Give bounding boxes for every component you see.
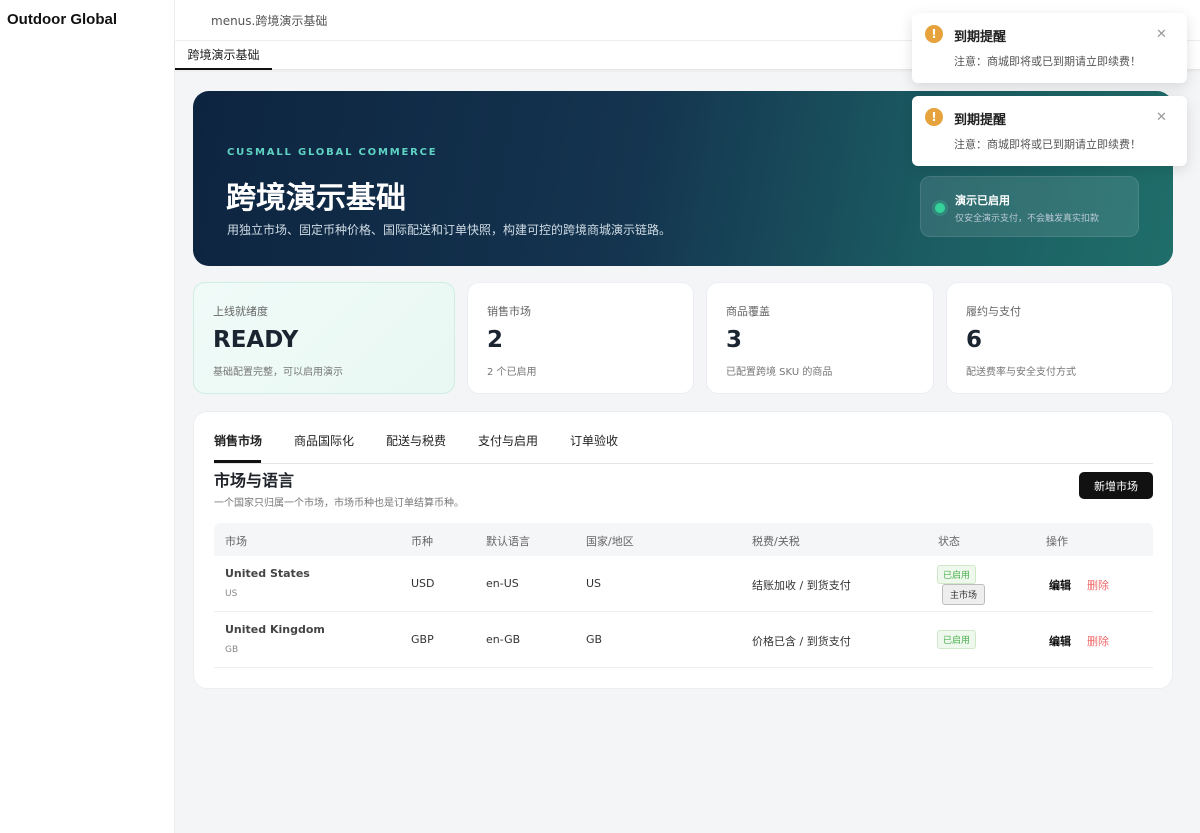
stat-note: 配送费率与安全支付方式 [966, 367, 1076, 378]
stat-note: 基础配置完整，可以启用演示 [213, 367, 343, 378]
stat-card-fulfillment: 履约与支付 6 配送费率与安全支付方式 [946, 282, 1173, 394]
col-status: 状态 [938, 535, 960, 548]
status-badge: 已启用 [937, 565, 977, 584]
sidebar: Outdoor Global [0, 0, 175, 833]
stat-card-readiness: 上线就绪度 READY 基础配置完整，可以启用演示 [193, 282, 455, 394]
tab-shipping-tax[interactable]: 配送与税费 [386, 432, 446, 449]
market-name: United Kingdom [225, 623, 325, 636]
toast-title: 到期提醒 [954, 113, 1007, 128]
expiry-toast: ! 到期提醒 注意：商城即将或已到期请立即续费！ ✕ [912, 13, 1187, 83]
market-currency: GBP [411, 633, 434, 646]
breadcrumb: menus.跨境演示基础 [211, 14, 328, 28]
stat-value: READY [213, 327, 299, 353]
hero-description: 用独立市场、固定币种价格、国际配送和订单快照，构建可控的跨境商城演示链路。 [227, 223, 672, 237]
market-country: GB [586, 633, 603, 646]
page-tab-active[interactable]: 跨境演示基础 [175, 41, 272, 70]
market-currency: USD [411, 577, 435, 590]
status-badge: 已启用 [937, 630, 977, 649]
warning-icon: ! [925, 25, 943, 43]
stat-label: 上线就绪度 [213, 305, 268, 318]
stat-value: 2 [487, 327, 504, 353]
toast-message: 注意：商城即将或已到期请立即续费！ [954, 55, 1141, 68]
tab-markets[interactable]: 销售市场 [214, 432, 262, 449]
add-market-button[interactable]: 新增市场 [1079, 472, 1153, 499]
col-currency: 币种 [411, 535, 433, 548]
toast-message: 注意：商城即将或已到期请立即续费！ [954, 138, 1141, 151]
close-icon[interactable]: ✕ [1156, 111, 1167, 125]
edit-button[interactable]: 编辑 [1049, 577, 1071, 593]
market-country: US [586, 577, 602, 590]
page-title: 跨境演示基础 [226, 181, 406, 216]
table-row: United Kingdom GB GBP en-GB GB 价格已含 / 到货… [214, 612, 1153, 668]
tab-order-acceptance[interactable]: 订单验收 [570, 432, 618, 449]
demo-status-card: 演示已启用 仅安全演示支付，不会触发真实扣款 [920, 176, 1139, 237]
market-tax: 价格已含 / 到货支付 [752, 635, 851, 648]
hero-eyebrow: CUSMALL GLOBAL COMMERCE [227, 147, 438, 158]
markets-panel: 销售市场 商品国际化 配送与税费 支付与启用 订单验收 市场与语言 一个国家只归… [193, 411, 1173, 689]
stat-label: 商品覆盖 [726, 305, 770, 318]
section-description: 一个国家只归属一个市场，市场币种也是订单结算币种。 [214, 498, 464, 509]
close-icon[interactable]: ✕ [1156, 28, 1167, 42]
market-name: United States [225, 567, 310, 580]
col-market: 市场 [225, 535, 247, 548]
expiry-toast: ! 到期提醒 注意：商城即将或已到期请立即续费！ ✕ [912, 96, 1187, 166]
stat-card-markets: 销售市场 2 2 个已启用 [467, 282, 694, 394]
tab-product-i18n[interactable]: 商品国际化 [294, 432, 354, 449]
market-code: US [225, 589, 238, 599]
warning-icon: ! [925, 108, 943, 126]
toast-title: 到期提醒 [954, 30, 1007, 45]
stat-card-products: 商品覆盖 3 已配置跨境 SKU 的商品 [706, 282, 934, 394]
section-title: 市场与语言 [214, 471, 295, 490]
table-row: United States US USD en-US US 结账加收 / 到货支… [214, 556, 1153, 612]
stat-value: 3 [726, 327, 743, 353]
market-language: en-GB [486, 633, 521, 646]
tab-payment-enable[interactable]: 支付与启用 [478, 432, 538, 449]
col-country: 国家/地区 [586, 535, 634, 548]
tab-active-indicator [214, 460, 261, 463]
primary-market-badge: 主市场 [942, 584, 986, 605]
stat-note: 已配置跨境 SKU 的商品 [726, 367, 833, 378]
col-tax: 税费/关税 [752, 535, 800, 548]
stat-label: 履约与支付 [966, 305, 1021, 318]
status-dot-icon [935, 203, 945, 213]
panel-tabs: 销售市场 商品国际化 配送与税费 支付与启用 订单验收 [214, 412, 1153, 464]
col-actions: 操作 [1046, 535, 1068, 548]
market-tax: 结账加收 / 到货支付 [752, 579, 851, 592]
table-header: 市场 币种 默认语言 国家/地区 税费/关税 状态 操作 [214, 523, 1153, 556]
delete-button[interactable]: 删除 [1087, 633, 1109, 649]
stat-label: 销售市场 [487, 305, 531, 318]
demo-status-title: 演示已启用 [955, 194, 1010, 207]
delete-button[interactable]: 删除 [1087, 577, 1109, 593]
market-language: en-US [486, 577, 519, 590]
stat-value: 6 [966, 327, 983, 353]
stat-note: 2 个已启用 [487, 367, 537, 378]
edit-button[interactable]: 编辑 [1049, 633, 1071, 649]
brand-logo[interactable]: Outdoor Global [7, 11, 117, 28]
market-code: GB [225, 645, 239, 655]
demo-status-subtitle: 仅安全演示支付，不会触发真实扣款 [955, 214, 1100, 224]
col-language: 默认语言 [486, 535, 530, 548]
